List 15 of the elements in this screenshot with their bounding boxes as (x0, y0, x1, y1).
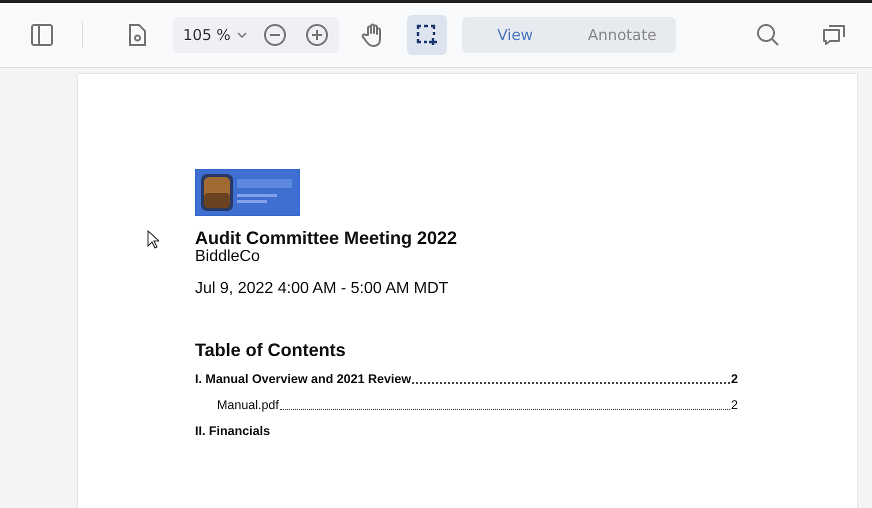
meeting-date: Jul 9, 2022 4:00 AM - 5:00 AM MDT (195, 280, 450, 298)
mode-tab[interactable]: View (462, 17, 569, 53)
toc-entry[interactable]: II. Financials (195, 423, 270, 440)
mouse-pointer-icon (147, 230, 159, 249)
document-title: Audit Committee Meeting 2022 (195, 228, 458, 248)
organization-name: BiddleCo (195, 248, 261, 266)
toc-heading: Table of Contents (195, 340, 347, 361)
sidebar-toggle-icon[interactable] (28, 21, 56, 49)
caret-icon (236, 32, 247, 38)
page-number: 2 (731, 371, 738, 388)
selection-tool-icon[interactable] (406, 15, 447, 55)
zoom-dropdown[interactable]: 105 % (183, 26, 247, 44)
toc-entry[interactable]: I. Manual Overview and 2021 Review (195, 371, 412, 388)
page-number: 2 (731, 397, 738, 414)
toc-entry[interactable]: Manual.pdf (217, 397, 279, 414)
